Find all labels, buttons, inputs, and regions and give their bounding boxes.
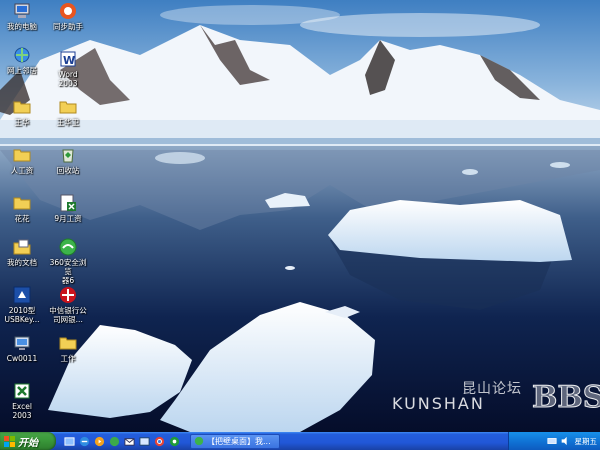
desktop-icon-label: 花花 xyxy=(14,214,30,223)
desktop-icon-citic-bank[interactable]: 中信银行公 司网银... xyxy=(48,286,88,324)
desktop-icon-folder-wanghua[interactable]: 王华 xyxy=(2,98,42,127)
cw-app-icon xyxy=(14,336,30,350)
show-desktop-icon[interactable] xyxy=(64,436,75,447)
taskbar-window-button[interactable]: 【把壁桌面】我... xyxy=(190,433,280,449)
browser-360-icon xyxy=(194,436,204,446)
desktop-icon-sync-assistant[interactable]: 同步助手 xyxy=(48,2,88,31)
desktop-icon-label: 王华 xyxy=(14,118,30,127)
desktop-icon-label: 9月工资 xyxy=(54,214,82,223)
desktop-icon-label: Cw0011 xyxy=(6,354,38,363)
chrome-icon[interactable] xyxy=(154,436,165,447)
desktop-icon-recycle-bin[interactable]: 回收站 xyxy=(48,146,88,175)
sync-assistant-icon xyxy=(60,3,76,19)
recycle-bin-icon xyxy=(62,149,74,163)
desktop-icon-label: 同步助手 xyxy=(53,22,83,31)
browser-360-icon xyxy=(59,238,77,256)
desktop-icon-label: 我的电脑 xyxy=(7,22,37,31)
word-icon: W xyxy=(60,51,76,67)
desktop-icon-word-2003[interactable]: W Word 2003 xyxy=(48,50,88,88)
desktop-icon-label: 中信银行公 司网银... xyxy=(49,306,87,324)
my-documents-icon xyxy=(13,239,31,255)
excel-icon xyxy=(14,383,30,399)
desktop-icon-360-browser[interactable]: 360安全浏览 器6 xyxy=(48,238,88,285)
folder-icon xyxy=(13,197,31,210)
usbkey-icon xyxy=(13,286,31,304)
quick-launch-bar xyxy=(64,436,184,447)
desktop-wallpaper xyxy=(0,0,600,432)
desktop-icon-label: 工作 xyxy=(60,354,76,363)
taskbar-clock[interactable]: 星期五 xyxy=(575,436,598,447)
desktop-icon-september-payroll[interactable]: 9月工资 xyxy=(48,194,88,223)
my-computer-icon xyxy=(14,3,30,18)
desktop-icon-label: 人工资 xyxy=(10,166,34,175)
desktop-icon-excel-2003[interactable]: Excel 2003 xyxy=(2,382,42,420)
ie-icon[interactable] xyxy=(79,436,90,447)
network-places-icon xyxy=(14,47,30,63)
spreadsheet-file-icon xyxy=(60,194,76,212)
desktop-icon-label: Excel 2003 xyxy=(12,402,32,420)
media-icon[interactable] xyxy=(94,436,105,447)
folder-icon xyxy=(13,101,31,114)
network-tray-icon[interactable] xyxy=(546,436,557,446)
desktop-icon-folder-wanghuawei[interactable]: 王华卫 xyxy=(48,98,88,127)
taskbar-window-title: 【把壁桌面】我... xyxy=(207,436,271,446)
mail-icon[interactable] xyxy=(124,436,135,447)
desktop-icon-folder-rengongzi[interactable]: 人工资 xyxy=(2,146,42,175)
desktop-icon-label: 王华卫 xyxy=(56,118,80,127)
folder-icon xyxy=(13,149,31,162)
citic-bank-icon xyxy=(60,287,76,303)
taskbar: 开始 【把壁桌面】我... 星期五 xyxy=(0,432,600,450)
qq-icon[interactable] xyxy=(169,436,180,447)
windows-logo-icon xyxy=(4,435,15,447)
desktop-icon-usbkey[interactable]: 2010型 USBKey... xyxy=(2,286,42,324)
folder-icon xyxy=(59,337,77,350)
desktop-icon-label: 网上邻居 xyxy=(7,66,37,75)
system-tray: 星期五 xyxy=(508,432,600,450)
desktop-icon-folder-work[interactable]: 工作 xyxy=(48,334,88,363)
desktop-icon-my-documents[interactable]: 我的文档 xyxy=(2,238,42,267)
desktop-icon-label: 我的文档 xyxy=(7,258,37,267)
desktop-icon-label: 2010型 USBKey... xyxy=(4,306,40,324)
explorer-icon[interactable] xyxy=(139,436,150,447)
desktop-icon-label: 回收站 xyxy=(56,166,80,175)
messenger-icon[interactable] xyxy=(109,436,120,447)
start-button[interactable]: 开始 xyxy=(0,432,56,450)
desktop-icon-cw0011[interactable]: Cw0011 xyxy=(2,334,42,363)
start-label: 开始 xyxy=(18,437,38,449)
desktop-icon-folder-huahua[interactable]: 花花 xyxy=(2,194,42,223)
desktop-icon-network-places[interactable]: 网上邻居 xyxy=(2,46,42,75)
svg-text:W: W xyxy=(63,54,75,67)
desktop-icon-my-computer[interactable]: 我的电脑 xyxy=(2,2,42,31)
volume-tray-icon[interactable] xyxy=(560,436,570,446)
folder-icon xyxy=(59,101,77,114)
desktop-icon-label: 360安全浏览 器6 xyxy=(49,258,87,285)
desktop-icon-label: Word 2003 xyxy=(58,70,78,88)
